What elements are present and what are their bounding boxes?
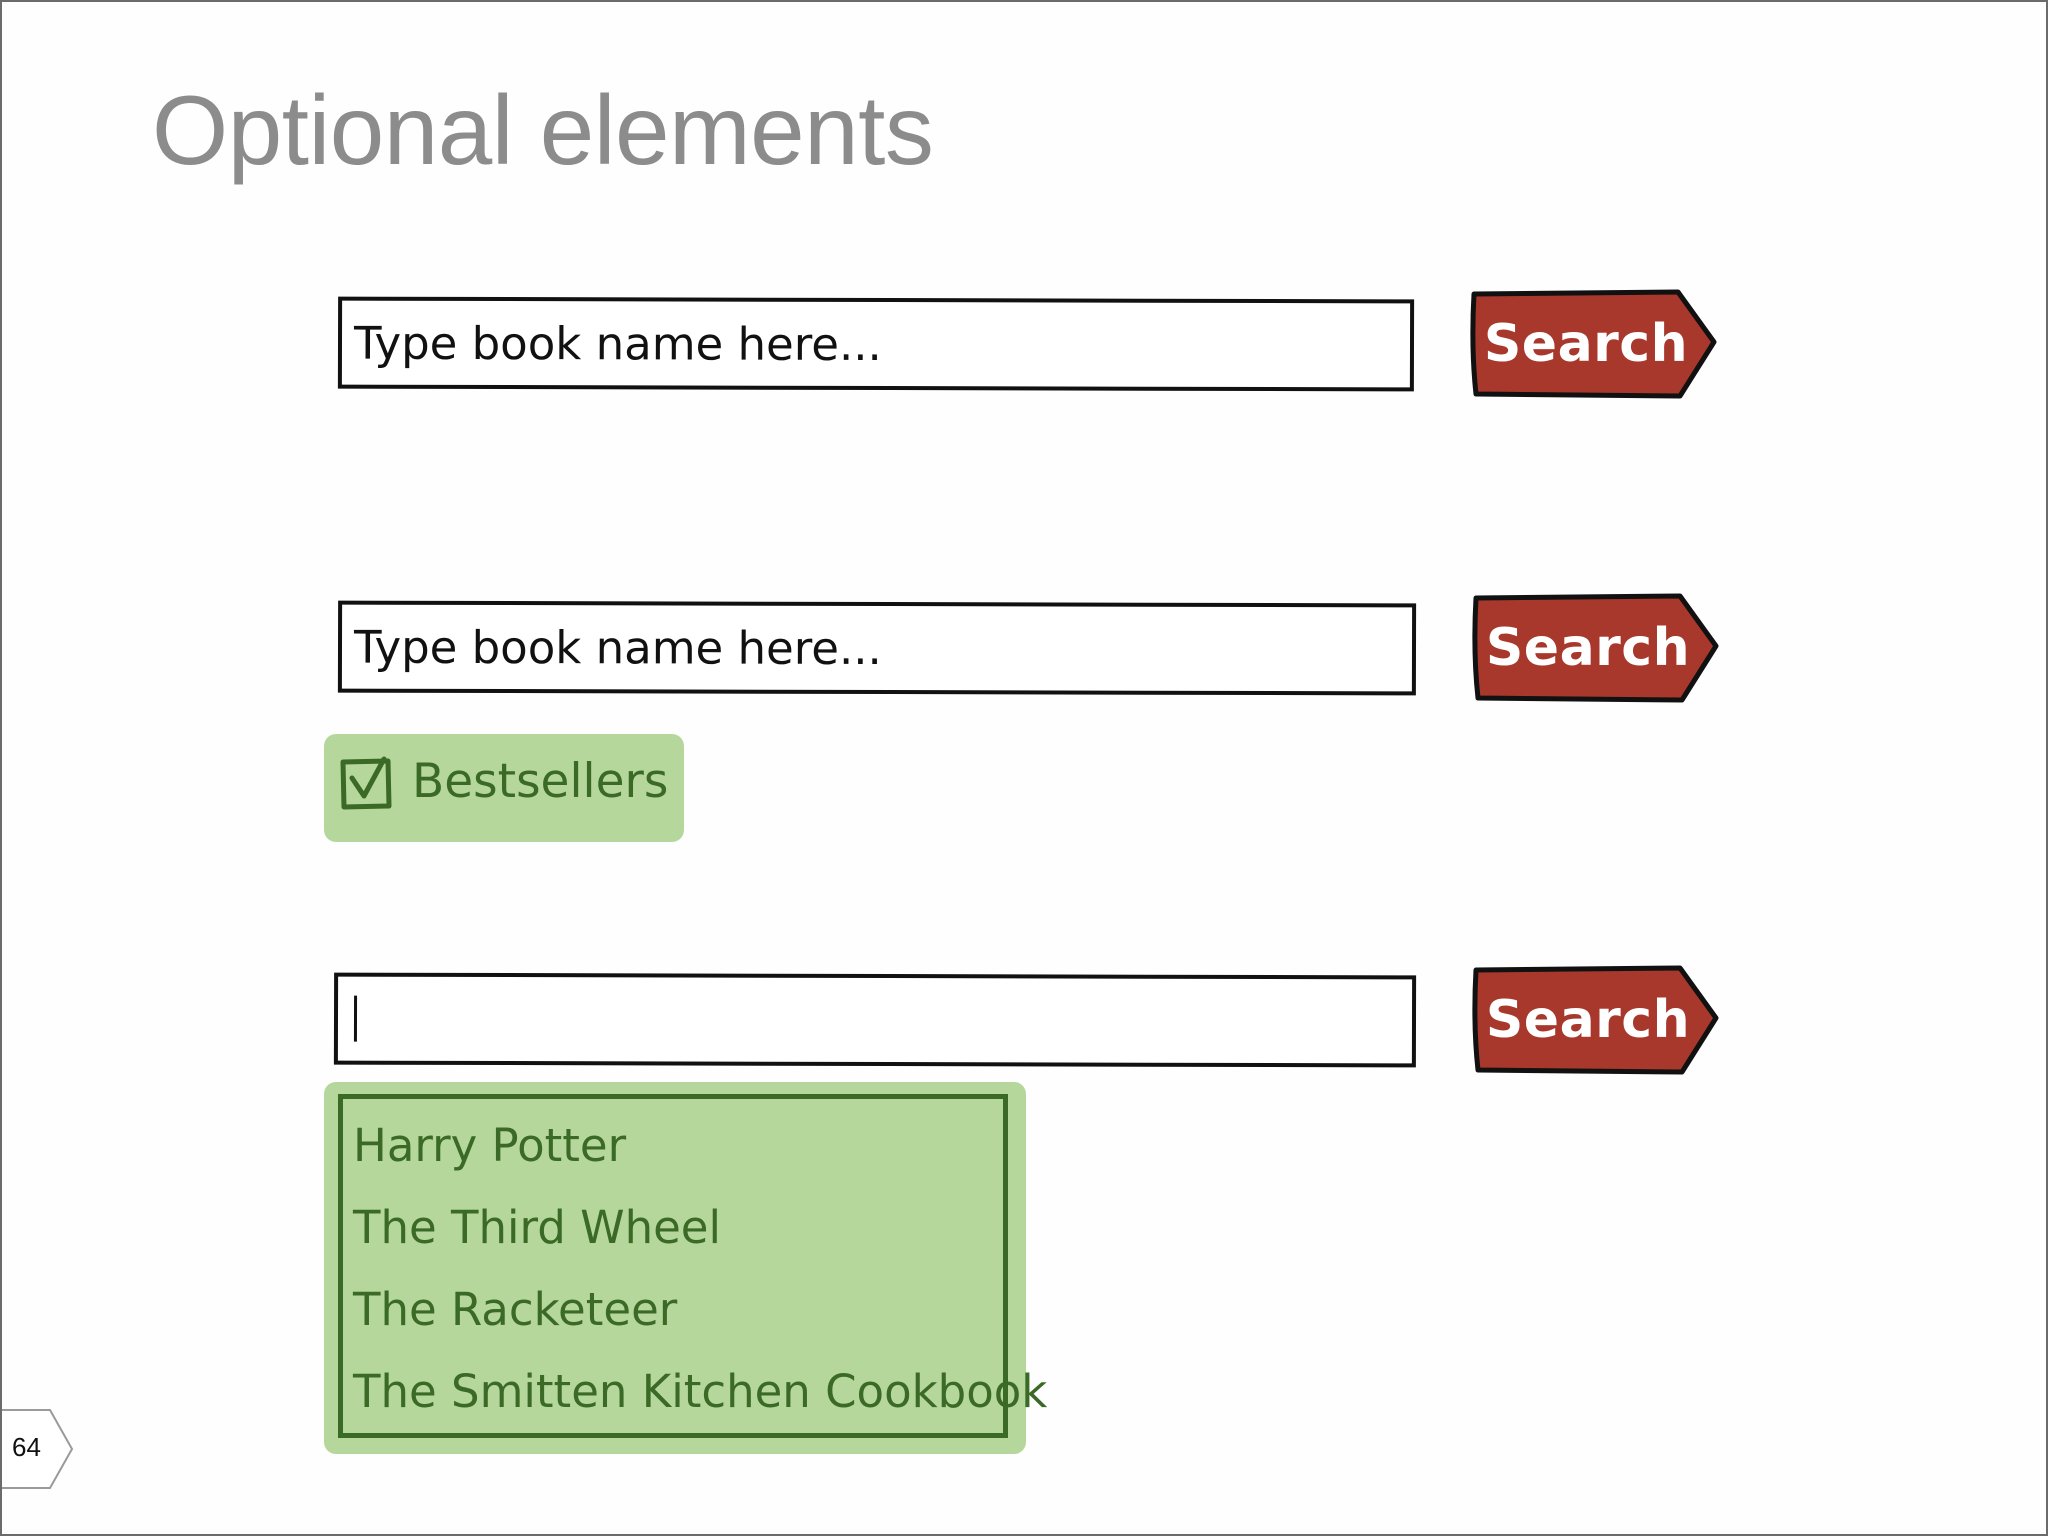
slide-title: Optional elements bbox=[152, 75, 934, 185]
text-caret bbox=[353, 995, 358, 1042]
suggestion-item[interactable]: The Smitten Kitchen Cookbook bbox=[353, 1365, 1047, 1418]
page-number: 64 bbox=[12, 1432, 41, 1462]
checkbox-label-bestsellers: Bestsellers bbox=[412, 754, 669, 809]
checkbox-checked-icon[interactable] bbox=[338, 756, 394, 812]
suggestion-item[interactable]: Harry Potter bbox=[353, 1119, 626, 1172]
suggestion-item[interactable]: The Racketeer bbox=[353, 1283, 677, 1336]
search-button-label: Search bbox=[1485, 990, 1691, 1050]
search-button-label: Search bbox=[1485, 618, 1691, 678]
autocomplete-suggestions-highlight: Harry Potter The Third Wheel The Rackete… bbox=[324, 1082, 1047, 1454]
search-button-checkbox-example[interactable]: Search bbox=[1470, 592, 1722, 704]
search-button-label: Search bbox=[1483, 314, 1689, 374]
search-button-basic[interactable]: Search bbox=[1468, 288, 1720, 400]
search-input-placeholder: Type book name here... bbox=[353, 316, 882, 371]
bestsellers-option-highlight: Bestsellers bbox=[324, 734, 684, 842]
autocomplete-suggestion-list: Harry Potter The Third Wheel The Rackete… bbox=[338, 1094, 1047, 1438]
search-input-autocomplete[interactable] bbox=[333, 972, 1417, 1068]
slide: Optional elements Type book name here...… bbox=[0, 0, 2048, 1536]
search-input-placeholder: Type book name here... bbox=[353, 620, 882, 675]
suggestion-item[interactable]: The Third Wheel bbox=[353, 1201, 721, 1254]
search-input-checkbox-example[interactable]: Type book name here... bbox=[337, 600, 1417, 696]
search-input-basic[interactable]: Type book name here... bbox=[337, 296, 1415, 392]
search-button-autocomplete[interactable]: Search bbox=[1470, 964, 1722, 1076]
